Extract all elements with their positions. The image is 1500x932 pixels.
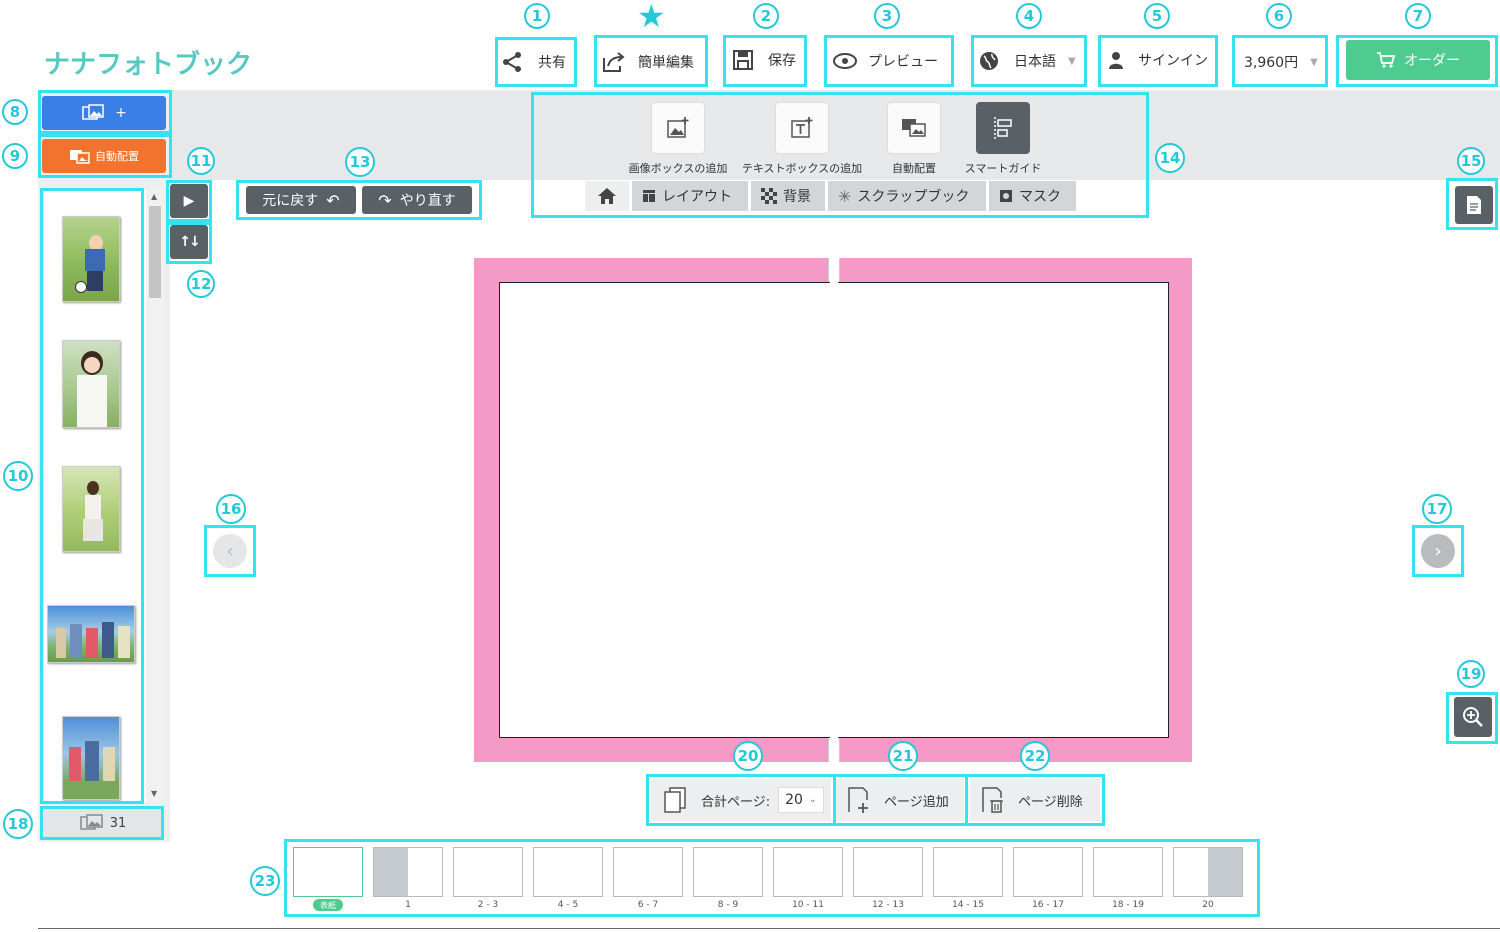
callout-box bbox=[40, 806, 164, 840]
callout-box bbox=[1098, 35, 1218, 87]
callout-number: 7 bbox=[1405, 3, 1431, 29]
callout-box bbox=[971, 35, 1087, 87]
callout-number: 19 bbox=[1457, 660, 1485, 688]
callout-number: 17 bbox=[1422, 494, 1452, 524]
callout-box bbox=[1446, 178, 1498, 230]
callout-box bbox=[38, 134, 172, 178]
callout-number: 5 bbox=[1144, 3, 1170, 29]
callout-box bbox=[723, 35, 807, 87]
callout-number: 4 bbox=[1016, 3, 1042, 29]
callout-number: 14 bbox=[1155, 143, 1185, 173]
left-page[interactable] bbox=[499, 282, 830, 738]
callout-box bbox=[1232, 35, 1328, 87]
callout-number: 9 bbox=[2, 143, 28, 169]
callout-number: 11 bbox=[187, 147, 215, 175]
right-page[interactable] bbox=[838, 282, 1169, 738]
callout-number: 8 bbox=[2, 99, 28, 125]
callout-number: 16 bbox=[216, 494, 246, 524]
callout-box bbox=[833, 774, 968, 826]
callout-box bbox=[646, 774, 836, 826]
callout-box bbox=[40, 188, 144, 804]
callout-box bbox=[204, 525, 256, 577]
callout-box bbox=[284, 839, 1260, 917]
callout-box bbox=[1446, 692, 1498, 744]
callout-box bbox=[824, 35, 954, 87]
star-icon: ★ bbox=[637, 0, 666, 35]
callout-number: 3 bbox=[874, 3, 900, 29]
scroll-up-icon[interactable]: ▲ bbox=[151, 192, 157, 201]
callout-box bbox=[236, 180, 482, 220]
callout-number: 20 bbox=[733, 741, 763, 771]
callout-number: 21 bbox=[888, 741, 918, 771]
callout-box bbox=[166, 180, 212, 222]
callout-box bbox=[594, 35, 708, 87]
callout-number: 15 bbox=[1457, 147, 1485, 175]
callout-number: 12 bbox=[187, 270, 215, 298]
callout-number: 1 bbox=[524, 3, 550, 29]
callout-box bbox=[531, 92, 1149, 218]
callout-box bbox=[1336, 35, 1498, 87]
scroll-thumb[interactable] bbox=[149, 206, 161, 298]
callout-number: 18 bbox=[3, 809, 33, 839]
callout-box bbox=[965, 774, 1105, 826]
callout-number: 13 bbox=[345, 147, 375, 177]
callout-number: 22 bbox=[1020, 741, 1050, 771]
bottom-divider bbox=[38, 928, 1500, 929]
callout-number: 6 bbox=[1266, 3, 1292, 29]
scroll-down-icon[interactable]: ▼ bbox=[151, 789, 157, 798]
callout-box bbox=[38, 90, 172, 134]
callout-number: 2 bbox=[753, 3, 779, 29]
callout-box bbox=[1412, 525, 1464, 577]
callout-number: 10 bbox=[3, 461, 33, 491]
callout-number: 23 bbox=[250, 866, 280, 896]
callout-box bbox=[495, 37, 577, 87]
app-logo: ナナフォトブック bbox=[44, 50, 253, 80]
callout-box bbox=[166, 222, 212, 264]
